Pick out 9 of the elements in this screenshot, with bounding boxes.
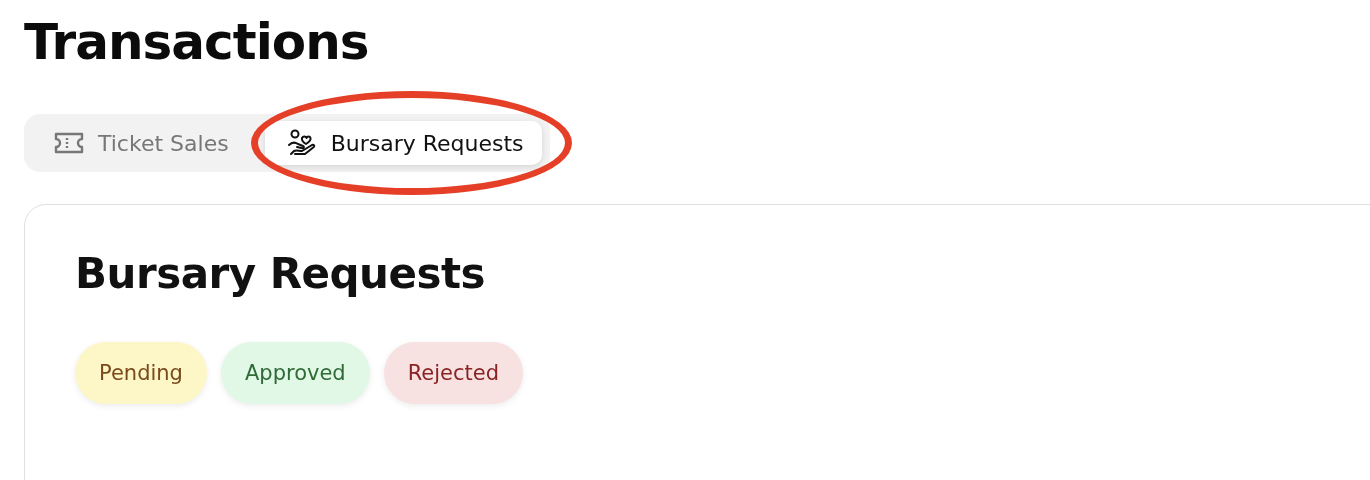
status-filter-chip[interactable]: Pending (75, 342, 207, 404)
page-title: Transactions (24, 12, 369, 73)
ticket-icon (54, 132, 84, 154)
hand-heart-icon (286, 129, 317, 157)
status-filter-chip[interactable]: Approved (220, 342, 370, 404)
status-filter-chip[interactable]: Rejected (383, 342, 524, 404)
tab[interactable]: Ticket Sales (32, 122, 247, 164)
tab[interactable]: Bursary Requests (264, 121, 542, 165)
card-title: Bursary Requests (75, 249, 486, 298)
